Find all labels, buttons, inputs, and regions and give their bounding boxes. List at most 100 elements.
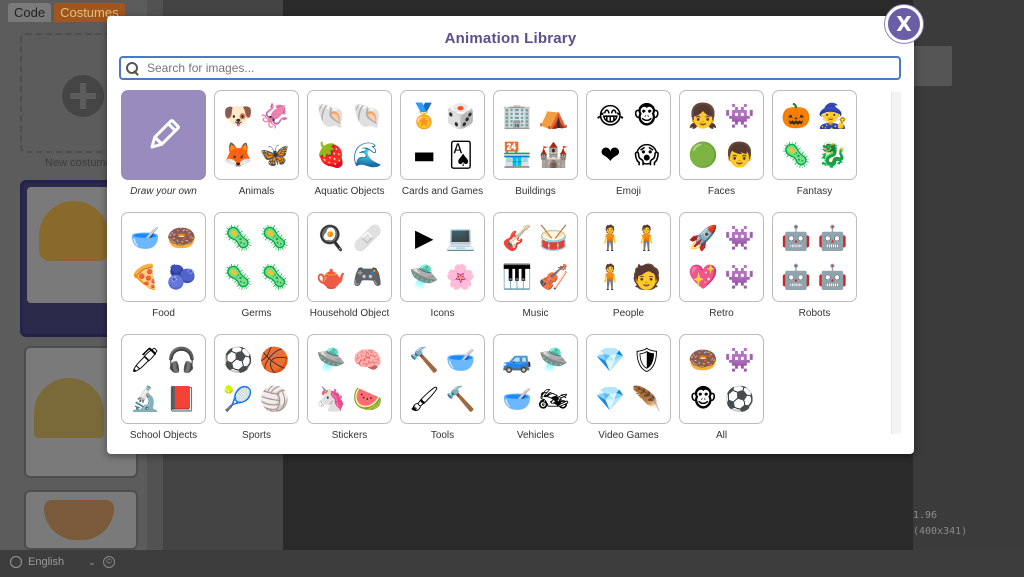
category-thumbnail[interactable]: 🔨 🥣 🖌 🔨 (400, 334, 485, 424)
scrollbar[interactable] (891, 92, 901, 434)
category-thumbnail[interactable]: 👧 👾 🟢 👦 (679, 90, 764, 180)
costume-thumbnail[interactable] (24, 490, 138, 550)
category-tile-school-objects[interactable]: 🖊 🎧 🔬 📕 School Objects (121, 334, 206, 441)
burger-icon (39, 201, 109, 261)
cards-and-games-image-4: 🂡 (448, 140, 474, 169)
cards-and-games-image-1: 🏅 (409, 101, 440, 130)
category-tile-draw-your-own[interactable]: Draw your own (121, 90, 206, 197)
fantasy-image-1: 🎃 (781, 101, 812, 130)
category-tile-people[interactable]: 🧍 🧍 🧍 🧑 People (586, 212, 671, 319)
category-label: Retro (709, 308, 734, 319)
close-button[interactable]: X (885, 5, 923, 43)
stickers-image-3: 🦄 (316, 384, 347, 413)
faces-image-2: 👾 (724, 101, 755, 130)
people-image-2: 🧍 (631, 223, 662, 252)
category-thumbnail[interactable]: 🐚 🐚 🍓 🌊 (307, 90, 392, 180)
robots-image-3: 🤖 (781, 262, 812, 291)
category-thumbnail[interactable]: 🍳 🩹 🫖 🎮 (307, 212, 392, 302)
tab-code[interactable]: Code (8, 3, 52, 22)
buildings-image-3: 🏪 (502, 140, 533, 169)
all-image-2: 👾 (724, 345, 755, 374)
category-thumbnail[interactable]: 🎃 🧙 🦠 🐉 (772, 90, 857, 180)
fantasy-image-4: 🐉 (817, 140, 848, 169)
category-tile-music[interactable]: 🎸 🥁 🎹 🎻 Music (493, 212, 578, 319)
category-thumbnail[interactable]: 🏅 🎲 ▬ 🂡 (400, 90, 485, 180)
category-tile-aquatic-objects[interactable]: 🐚 🐚 🍓 🌊 Aquatic Objects (307, 90, 392, 197)
category-tile-sports[interactable]: ⚽ 🏀 🎾 🏐 Sports (214, 334, 299, 441)
category-tile-video-games[interactable]: 💎 🛡 💎 🪶 Video Games (586, 334, 671, 441)
icons-image-4: 🌸 (445, 262, 476, 291)
category-tile-faces[interactable]: 👧 👾 🟢 👦 Faces (679, 90, 764, 197)
category-label: Sports (242, 430, 271, 441)
resize-icon[interactable] (912, 46, 952, 86)
category-tile-household-object[interactable]: 🍳 🩹 🫖 🎮 Household Object (307, 212, 392, 319)
category-thumbnail[interactable]: 💎 🛡 💎 🪶 (586, 334, 671, 424)
music-image-4: 🎻 (538, 262, 569, 291)
category-tile-icons[interactable]: ▶ 💻 🛸 🌸 Icons (400, 212, 485, 319)
category-thumbnail[interactable]: 🎸 🥁 🎹 🎻 (493, 212, 578, 302)
category-thumbnail[interactable]: 🧍 🧍 🧍 🧑 (586, 212, 671, 302)
germs-image-3: 🦠 (223, 262, 254, 291)
icons-image-1: ▶ (415, 223, 434, 252)
category-label: Animals (238, 186, 275, 197)
category-tile-vehicles[interactable]: 🚙 🛸 🥣 🏍 Vehicles (493, 334, 578, 441)
category-tile-germs[interactable]: 🦠 🦠 🦠 🦠 Germs (214, 212, 299, 319)
category-tile-cards-and-games[interactable]: 🏅 🎲 ▬ 🂡 Cards and Games (400, 90, 485, 197)
aquatic-objects-image-2: 🐚 (352, 101, 383, 130)
category-label: Video Games (598, 430, 659, 441)
school-objects-image-1: 🖊 (130, 345, 161, 374)
household-object-image-4: 🎮 (352, 262, 383, 291)
category-label: Cards and Games (401, 186, 484, 197)
category-tile-animals[interactable]: 🐶 🦑 🦊 🦋 Animals (214, 90, 299, 197)
all-image-4: ⚽ (724, 384, 755, 413)
sports-image-3: 🎾 (223, 384, 254, 413)
category-label: Music (522, 308, 549, 319)
category-tile-all[interactable]: 🍩 👾 🐵 ⚽ All (679, 334, 764, 441)
pizza-icon (44, 500, 114, 540)
category-tile-robots[interactable]: 🤖 🤖 🤖 🤖 Robots (772, 212, 857, 319)
germs-image-2: 🦠 (259, 223, 290, 252)
video-games-image-3: 💎 (595, 384, 626, 413)
category-tile-fantasy[interactable]: 🎃 🧙 🦠 🐉 Fantasy (772, 90, 857, 197)
category-thumbnail[interactable]: 🚙 🛸 🥣 🏍 (493, 334, 578, 424)
buildings-image-2: ⛺ (538, 101, 569, 130)
category-tile-emoji[interactable]: 😂 🐵 ❤ 😱 Emoji (586, 90, 671, 197)
icons-image-3: 🛸 (409, 262, 440, 291)
category-label: Stickers (331, 430, 368, 441)
category-tile-retro[interactable]: 🚀 👾 💖 👾 Retro (679, 212, 764, 319)
category-tile-food[interactable]: 🥣 🍩 🍕 🫐 Food (121, 212, 206, 319)
video-games-image-1: 💎 (595, 345, 626, 374)
category-thumbnail[interactable]: ⚽ 🏀 🎾 🏐 (214, 334, 299, 424)
category-thumbnail[interactable]: 🚀 👾 💖 👾 (679, 212, 764, 302)
category-thumbnail[interactable]: 🤖 🤖 🤖 🤖 (772, 212, 857, 302)
search-input[interactable] (147, 61, 847, 75)
category-thumbnail[interactable]: ▶ 💻 🛸 🌸 (400, 212, 485, 302)
copyright-icon[interactable]: © (103, 556, 115, 568)
stickers-image-2: 🧠 (352, 345, 383, 374)
category-thumbnail[interactable]: 🖊 🎧 🔬 📕 (121, 334, 206, 424)
category-thumbnail[interactable]: 🥣 🍩 🍕 🫐 (121, 212, 206, 302)
right-panel (913, 0, 1024, 577)
category-thumbnail[interactable]: 🦠 🦠 🦠 🦠 (214, 212, 299, 302)
animals-image-2: 🦑 (259, 101, 290, 130)
school-objects-image-4: 📕 (166, 384, 197, 413)
household-object-image-1: 🍳 (316, 223, 347, 252)
category-thumbnail[interactable]: 🍩 👾 🐵 ⚽ (679, 334, 764, 424)
category-thumbnail[interactable]: 😂 🐵 ❤ 😱 (586, 90, 671, 180)
category-tile-buildings[interactable]: 🏢 ⛺ 🏪 🏰 Buildings (493, 90, 578, 197)
search-icon (125, 61, 139, 75)
category-tile-stickers[interactable]: 🛸 🧠 🦄 🍉 Stickers (307, 334, 392, 441)
all-image-1: 🍩 (688, 345, 719, 374)
sports-image-4: 🏐 (259, 384, 290, 413)
robots-image-4: 🤖 (817, 262, 848, 291)
category-label: Icons (430, 308, 455, 319)
search-bar[interactable] (119, 56, 901, 80)
fantasy-image-2: 🧙 (817, 101, 848, 130)
category-tile-tools[interactable]: 🔨 🥣 🖌 🔨 Tools (400, 334, 485, 441)
category-thumbnail[interactable] (121, 90, 206, 180)
language-selector[interactable]: English ⌄ (10, 556, 96, 568)
category-thumbnail[interactable]: 🐶 🦑 🦊 🦋 (214, 90, 299, 180)
all-image-3: 🐵 (689, 384, 718, 413)
category-thumbnail[interactable]: 🛸 🧠 🦄 🍉 (307, 334, 392, 424)
category-thumbnail[interactable]: 🏢 ⛺ 🏪 🏰 (493, 90, 578, 180)
